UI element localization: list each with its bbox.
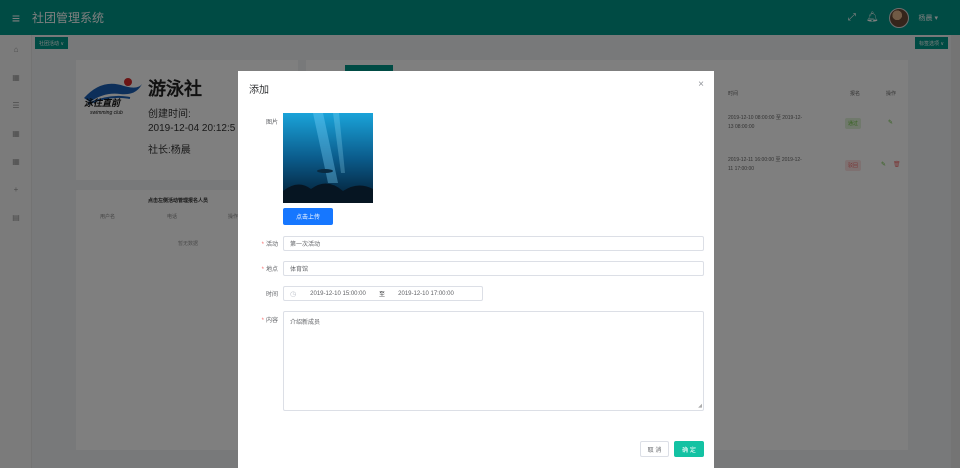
time-separator: 至 (378, 292, 385, 298)
add-activity-dialog: 添加 × 图片 点击上传 * 活动 第一次活动 * 地点 体育馆 时间 ◷ 2019… (238, 71, 714, 468)
time-range-picker[interactable]: ◷ 2019-12-10 15:00:00 至 2019-12-10 17:00… (283, 286, 483, 301)
close-icon[interactable]: × (698, 79, 704, 90)
confirm-button[interactable]: 确 定 (674, 441, 704, 457)
place-input[interactable]: 体育馆 (283, 261, 704, 276)
image-label: 图片 (265, 120, 278, 126)
dialog-title: 添加 (249, 85, 269, 96)
clock-icon: ◷ (289, 290, 297, 298)
content-text: 介绍新成员 (290, 320, 321, 326)
content-label: * 内容 (261, 318, 278, 324)
time-label: 时间 (265, 292, 278, 298)
cancel-button[interactable]: 取 消 (640, 441, 669, 457)
time-end[interactable]: 2019-12-10 17:00:00 (390, 291, 462, 297)
activity-label: * 活动 (261, 242, 278, 248)
content-textarea[interactable]: 介绍新成员 ◢ (283, 311, 704, 411)
activity-image (283, 113, 373, 203)
activity-name-input[interactable]: 第一次活动 (283, 236, 704, 251)
time-start[interactable]: 2019-12-10 15:00:00 (302, 291, 374, 297)
upload-button[interactable]: 点击上传 (283, 208, 333, 225)
resize-handle-icon[interactable]: ◢ (698, 403, 702, 409)
place-label: * 地点 (261, 267, 278, 273)
